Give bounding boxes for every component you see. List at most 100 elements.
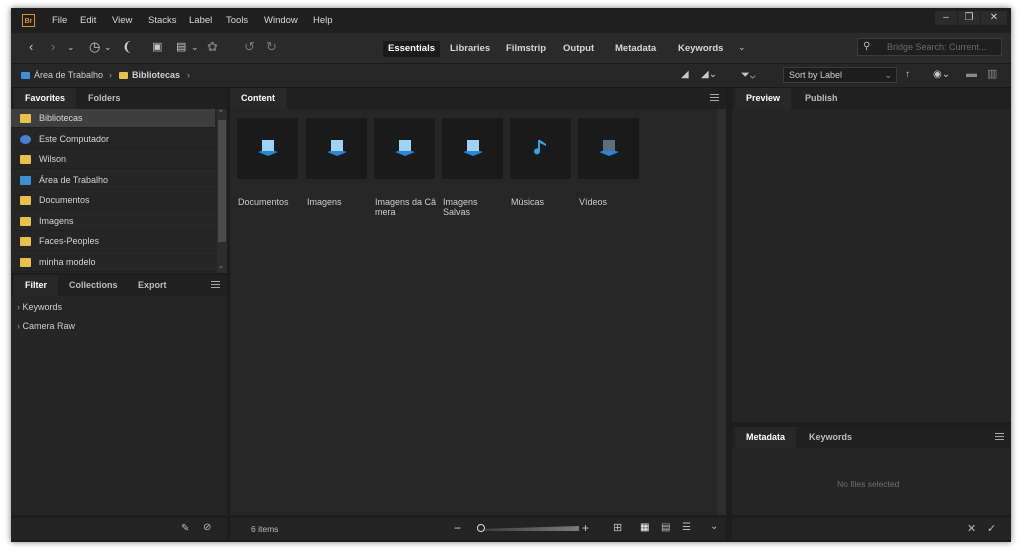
close-window-button[interactable]: ✕ <box>981 11 1007 25</box>
preview-tabbar: Preview Publish <box>732 88 1011 109</box>
grid-lock-icon[interactable]: ⊞ <box>613 521 622 534</box>
zoom-in-icon[interactable]: + <box>582 521 589 535</box>
content-thumbnail[interactable] <box>442 118 503 179</box>
chevron-down-icon[interactable]: ⌄ <box>191 40 199 54</box>
rotate-left-icon[interactable]: ↺ <box>244 40 255 54</box>
computer-icon <box>20 134 31 144</box>
menu-edit[interactable]: Edit <box>80 15 96 26</box>
workspace-metadata[interactable]: Metadata <box>615 41 656 57</box>
filter-keywords[interactable]: › Keywords <box>17 302 62 312</box>
refine-icon[interactable]: ▤ <box>176 40 186 54</box>
workspace-essentials[interactable]: Essentials <box>383 41 440 57</box>
content-thumbnail[interactable] <box>237 118 298 179</box>
breadcrumb-more-icon[interactable]: › <box>187 70 190 80</box>
favorite-item[interactable]: Bibliotecas <box>11 109 215 128</box>
search-icon[interactable]: ⚲ <box>863 41 870 52</box>
slider-handle[interactable] <box>477 524 485 532</box>
view-list-icon[interactable]: ☰ <box>682 522 691 533</box>
tab-favorites[interactable]: Favorites <box>14 88 77 109</box>
new-folder-icon[interactable]: ▬ <box>966 67 977 81</box>
minimize-button[interactable]: – <box>935 11 957 25</box>
view-options-icon[interactable]: ⌄ <box>710 521 718 532</box>
sort-ascending-icon[interactable]: ↑ <box>905 68 910 82</box>
content-scrollbar[interactable] <box>717 109 726 515</box>
clear-filter-icon[interactable]: ⊘ <box>203 522 211 533</box>
content-thumbnail[interactable] <box>578 118 639 179</box>
filter-icon[interactable]: ⏷⌄ <box>741 68 756 82</box>
favorites-tabbar: Favorites Folders <box>11 88 227 109</box>
workspace-more-icon[interactable]: ⌄ <box>738 40 746 54</box>
tab-folders[interactable]: Folders <box>77 88 132 109</box>
tab-filter[interactable]: Filter <box>14 275 59 296</box>
scroll-down-icon[interactable]: ⌄ <box>218 262 224 270</box>
tab-preview[interactable]: Preview <box>735 88 792 109</box>
breadcrumb-current[interactable]: Bibliotecas <box>119 70 180 80</box>
workspace-libraries[interactable]: Libraries <box>450 41 490 57</box>
workspace-keywords[interactable]: Keywords <box>678 41 723 57</box>
forward-icon[interactable]: › <box>51 40 55 54</box>
chevron-down-icon[interactable]: ⌄ <box>104 40 112 54</box>
menu-bar: Br File Edit View Stacks Label Tools Win… <box>11 8 1011 33</box>
view-details-icon[interactable]: ▤ <box>661 522 670 533</box>
menu-help[interactable]: Help <box>313 15 333 26</box>
back-icon[interactable]: ‹ <box>29 40 33 54</box>
favorite-label: Este Computador <box>39 133 110 144</box>
menu-window[interactable]: Window <box>264 15 298 26</box>
filter-camera-raw[interactable]: › Camera Raw <box>17 321 75 331</box>
restore-button[interactable]: ❐ <box>958 11 980 25</box>
menu-label[interactable]: Label <box>189 15 212 26</box>
sort-select[interactable]: Sort by Label ⌄ <box>783 67 897 83</box>
chevron-right-icon: › <box>17 321 20 331</box>
menu-view[interactable]: View <box>112 15 132 26</box>
tab-collections[interactable]: Collections <box>58 275 129 296</box>
zoom-out-icon[interactable]: − <box>454 521 461 535</box>
workspace-filmstrip[interactable]: Filmstrip <box>506 41 546 57</box>
breadcrumb-root[interactable]: Área de Trabalho <box>21 70 103 80</box>
tab-publish[interactable]: Publish <box>794 88 849 109</box>
apply-icon[interactable]: ✓ <box>987 522 996 535</box>
scroll-up-icon[interactable]: ⌃ <box>218 109 224 117</box>
workspace-output[interactable]: Output <box>563 41 594 57</box>
menu-stacks[interactable]: Stacks <box>148 15 177 26</box>
filter-menu-icon[interactable] <box>211 281 220 288</box>
favorite-item[interactable]: Área de Trabalho <box>11 171 215 190</box>
toolbar: ‹ › ⌄ ◷ ⌄ ❨ ▣ ▤ ⌄ ✿ ↺ ↻ Essentials Libra… <box>11 33 1011 64</box>
trash-icon[interactable]: ▥ <box>987 67 997 81</box>
recent-history-icon[interactable]: ◷ <box>89 40 100 54</box>
filter-rating-icon[interactable]: ◢⌄ <box>701 68 717 82</box>
tab-export[interactable]: Export <box>127 275 178 296</box>
rotate-right-icon[interactable]: ↻ <box>266 40 277 54</box>
menu-file[interactable]: File <box>52 15 67 26</box>
tab-keywords[interactable]: Keywords <box>798 427 863 448</box>
stitch-icon[interactable]: ✿ <box>207 40 218 54</box>
favorite-item[interactable]: Documentos <box>11 191 215 210</box>
favorites-scrollbar[interactable]: ⌃ ⌄ <box>217 109 227 273</box>
favorite-item[interactable]: Wilson <box>11 150 215 169</box>
folder-icon <box>20 237 31 246</box>
metadata-menu-icon[interactable] <box>995 433 1004 440</box>
chevron-down-icon[interactable]: ⌄ <box>67 40 75 54</box>
menu-tools[interactable]: Tools <box>226 15 248 26</box>
content-thumbnail[interactable] <box>306 118 367 179</box>
favorite-label: minha modelo <box>39 256 96 267</box>
quality-icon[interactable]: ◢ <box>681 68 689 82</box>
search-placeholder: Bridge Search: Current... <box>887 42 987 52</box>
favorite-item[interactable]: Este Computador <box>11 130 215 149</box>
cancel-icon[interactable]: ✕ <box>967 522 976 535</box>
search-field[interactable]: ⚲ Bridge Search: Current... <box>857 38 1002 56</box>
boomerang-icon[interactable]: ❨ <box>122 40 133 54</box>
open-recent-icon[interactable]: ◉⌄ <box>933 68 950 82</box>
content-menu-icon[interactable] <box>710 94 719 101</box>
content-thumbnail[interactable] <box>510 118 571 179</box>
camera-import-icon[interactable]: ▣ <box>152 40 162 54</box>
thumbnail-size-slider[interactable] <box>477 526 579 531</box>
favorite-item[interactable]: Imagens <box>11 212 215 231</box>
tab-content[interactable]: Content <box>230 88 286 109</box>
favorite-item[interactable]: minha modelo <box>11 253 215 272</box>
scrollbar-thumb[interactable] <box>218 120 226 242</box>
content-thumbnail[interactable] <box>374 118 435 179</box>
favorite-item[interactable]: Faces-Peoples <box>11 232 215 251</box>
pin-icon[interactable]: ✎ <box>181 523 189 534</box>
tab-metadata[interactable]: Metadata <box>735 427 797 448</box>
view-thumbnails-icon[interactable]: ▦ <box>640 522 649 533</box>
